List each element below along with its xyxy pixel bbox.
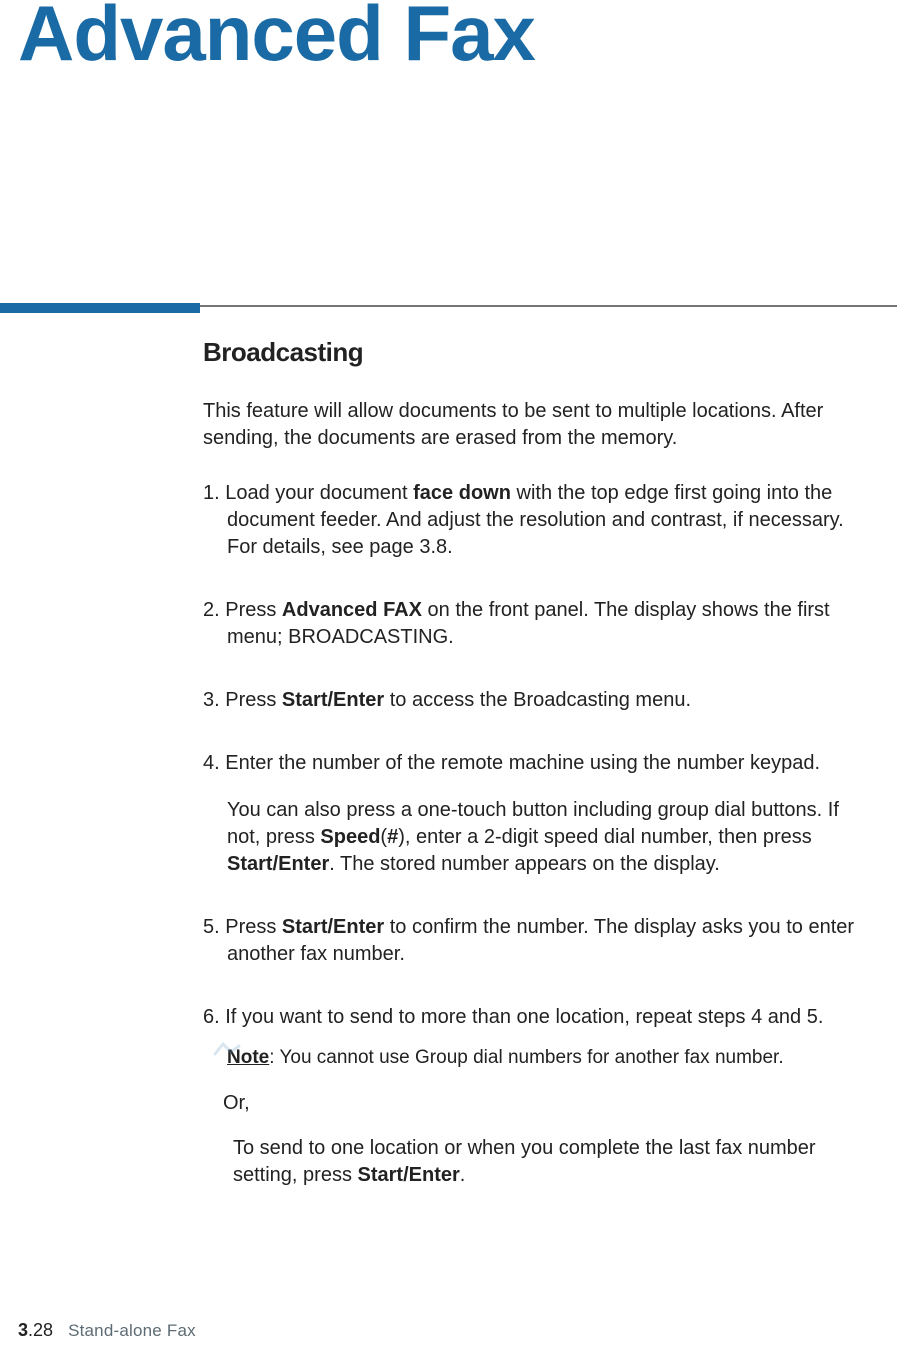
step-1: 1. Load your document face down with the… [203,480,862,561]
final-a: To send to one location or when you comp… [233,1137,816,1186]
footer-label: Stand-alone Fax [68,1321,196,1340]
step-6-final: To send to one location or when you comp… [233,1135,862,1189]
step-3-text-c: to access the Broadcasting menu. [384,689,691,711]
step-1-text-a: 1. Load your document [203,482,413,504]
or-text: Or, [223,1089,862,1117]
step-3-bold: Start/Enter [282,689,384,711]
page-number-major: 3 [18,1320,28,1340]
page-number-minor: .28 [28,1320,53,1340]
step-5-text-a: 5. Press [203,916,282,938]
step-2-bold: Advanced FAX [282,599,422,621]
note-text: : You cannot use Group dial numbers for … [269,1047,783,1068]
intro-text: This feature will allow documents to be … [203,398,862,452]
page-footer: 3.28 Stand-alone Fax [18,1320,196,1341]
step-4: 4. Enter the number of the remote machin… [203,750,862,777]
step-2-text-a: 2. Press [203,599,282,621]
step-4-sub-g: . The stored number appears on the displ… [329,853,720,875]
step-2: 2. Press Advanced FAX on the front panel… [203,597,862,651]
content-area: Broadcasting This feature will allow doc… [203,334,862,1189]
step-4-sub-hash: # [387,826,398,848]
step-3-text-a: 3. Press [203,689,282,711]
section-divider [0,303,897,313]
step-5: 5. Press Start/Enter to confirm the numb… [203,914,862,968]
step-4-sub: You can also press a one-touch button in… [227,797,862,878]
step-3: 3. Press Start/Enter to access the Broad… [203,687,862,714]
step-1-bold: face down [413,482,511,504]
step-4-sub-startenter: Start/Enter [227,853,329,875]
divider-gray-line [200,305,897,307]
note-line: Note: You cannot use Group dial numbers … [227,1045,862,1071]
step-4-sub-speed: Speed [320,826,380,848]
final-bold: Start/Enter [358,1164,460,1186]
divider-blue-bar [0,303,200,313]
step-5-bold: Start/Enter [282,916,384,938]
page-title: Advanced Fax [18,0,897,79]
step-6: 6. If you want to send to more than one … [203,1004,862,1031]
section-heading: Broadcasting [203,334,862,370]
note-icon [213,1041,241,1057]
final-c: . [460,1164,466,1186]
step-4-sub-e: ), enter a 2-digit speed dial number, th… [398,826,812,848]
